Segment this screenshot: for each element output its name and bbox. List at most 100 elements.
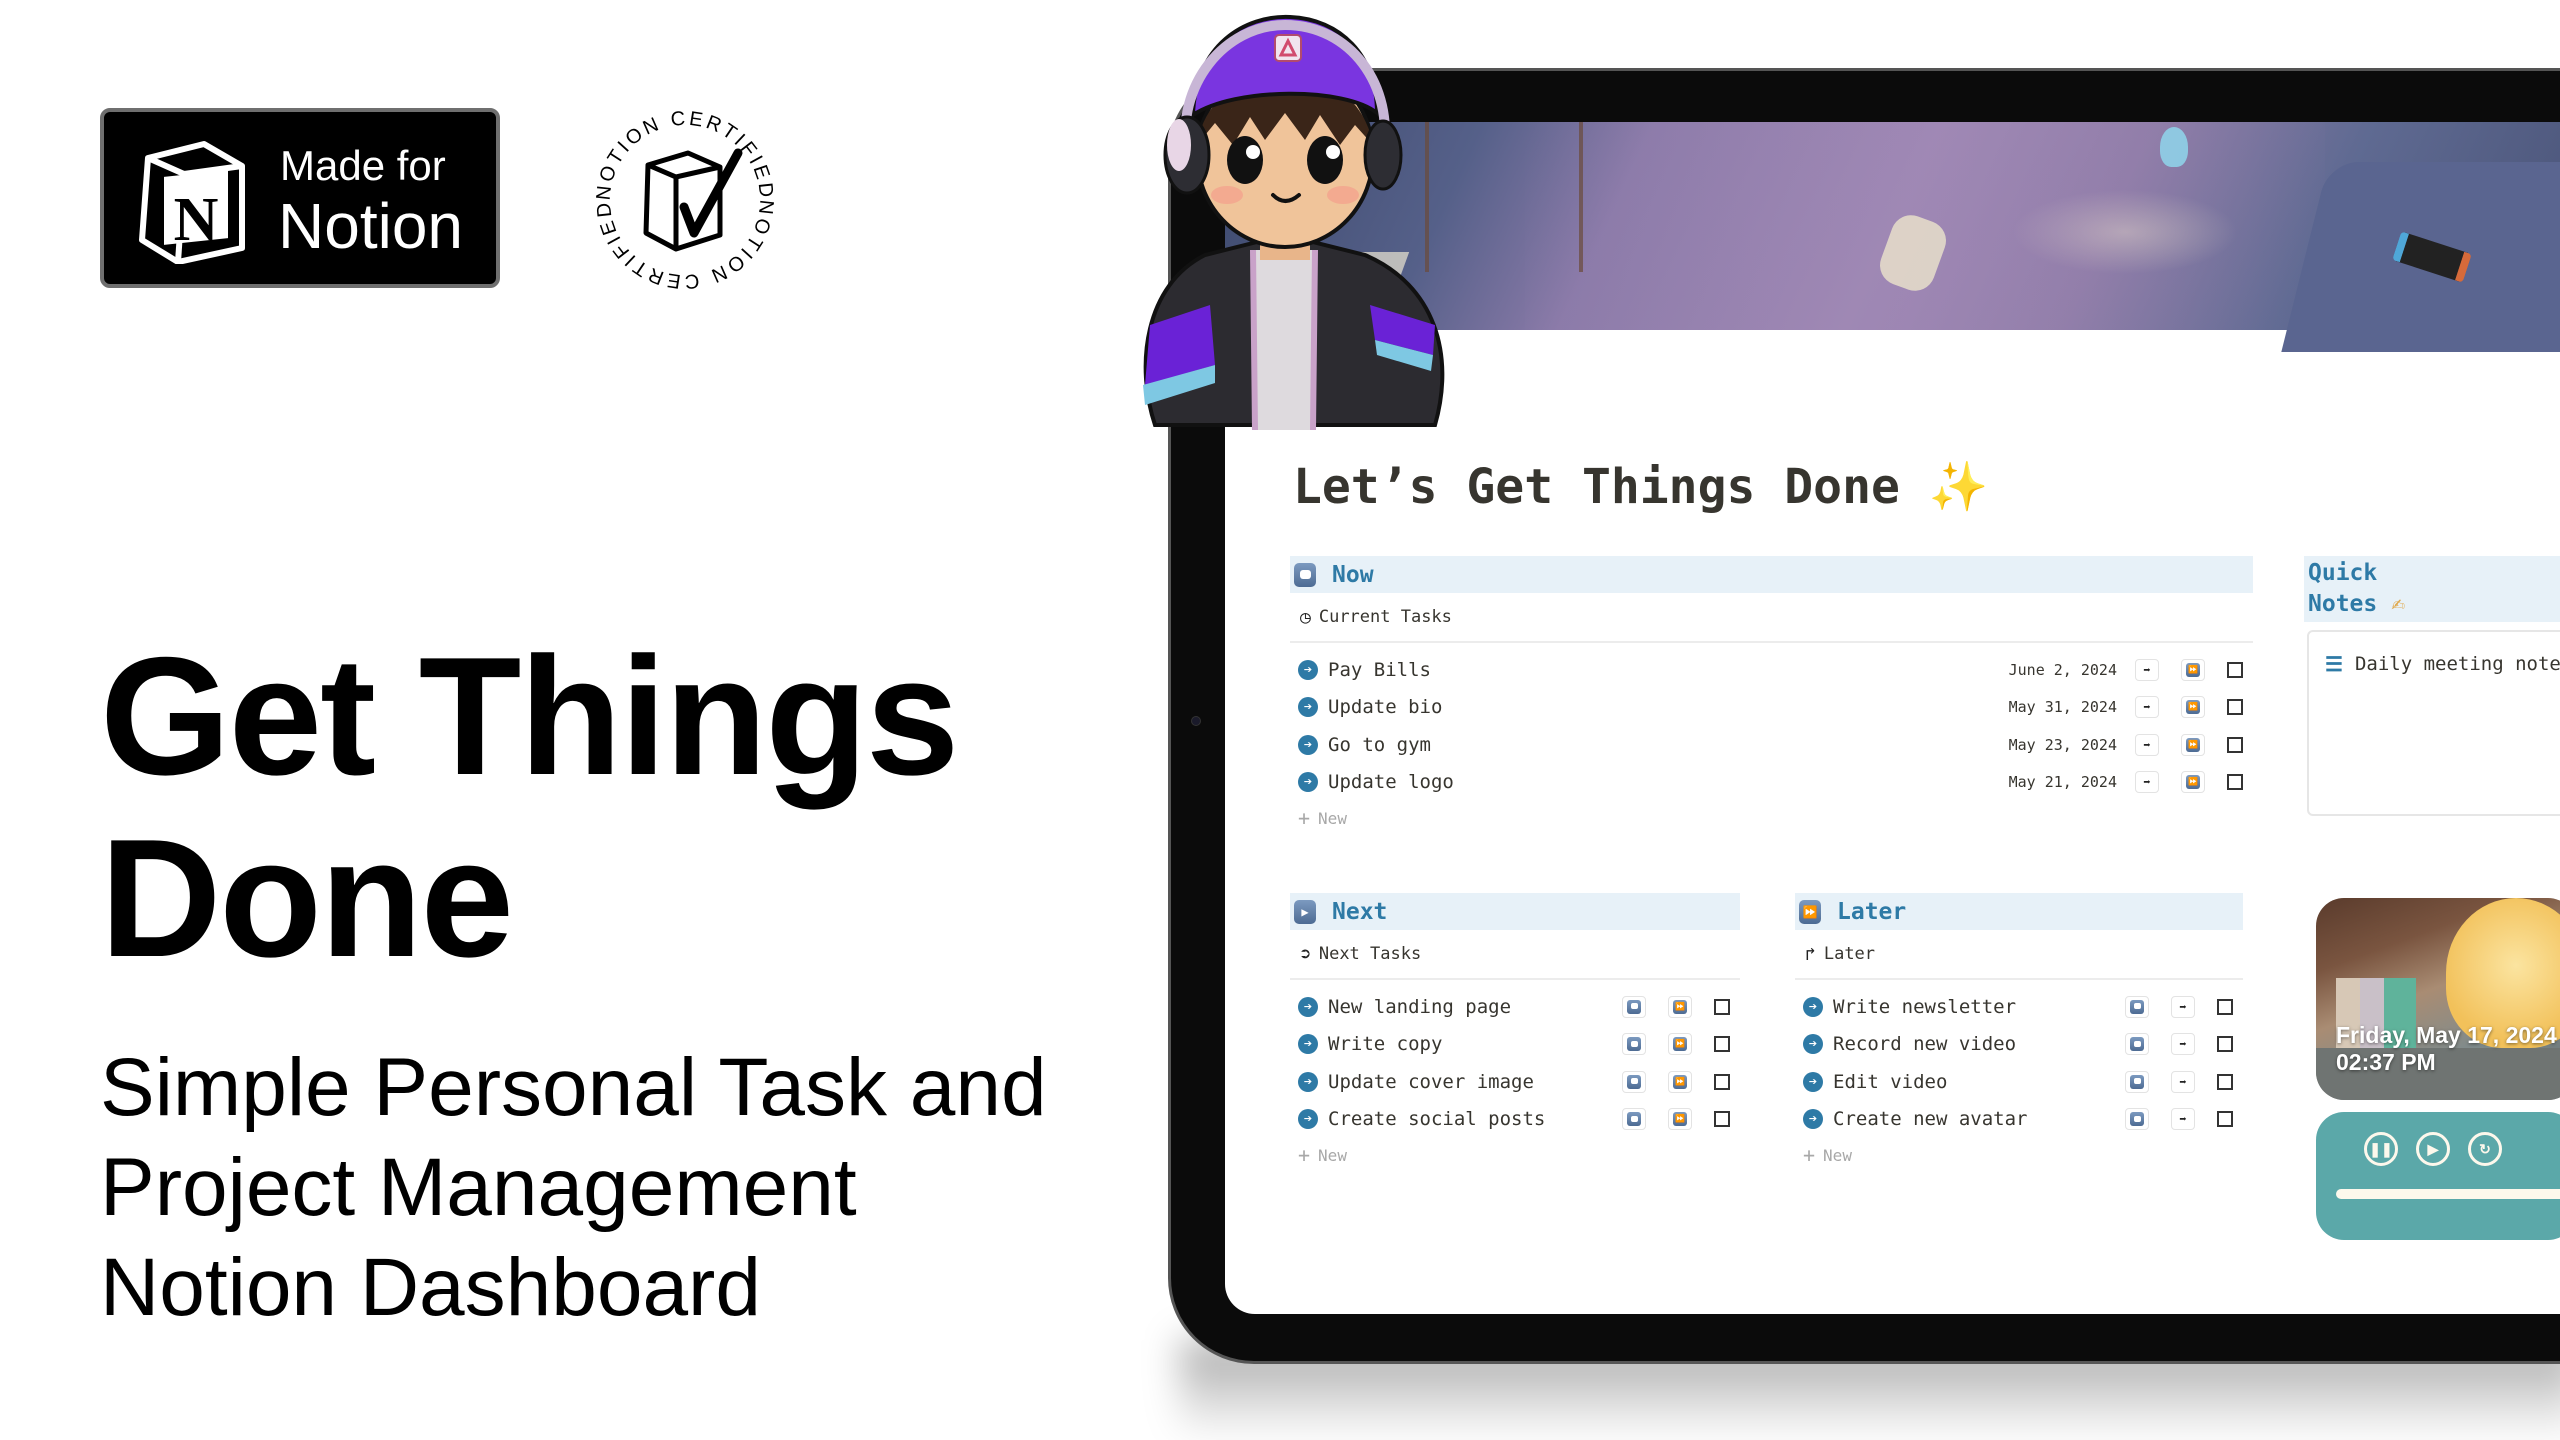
arrow-circle-icon: ➔: [1298, 1034, 1318, 1055]
done-checkbox[interactable]: [1714, 1036, 1730, 1053]
move-to-later-button[interactable]: ⏩: [2181, 696, 2205, 719]
section-later-header[interactable]: ⏩ Later: [1795, 893, 2243, 930]
move-to-later-button[interactable]: ⏩: [1668, 1070, 1692, 1093]
move-to-now-button[interactable]: [1622, 1070, 1646, 1093]
badge-line-1: Made for: [280, 142, 446, 189]
task-name[interactable]: Update logo: [1328, 771, 2009, 793]
view-tab-current-tasks[interactable]: ◷ Current Tasks: [1290, 593, 2253, 643]
reset-button[interactable]: ↻: [2468, 1132, 2502, 1166]
task-row[interactable]: ➔ Pay Bills June 2, 2024 ➡ ⏩: [1290, 651, 2253, 689]
section-now-header[interactable]: Now: [1290, 556, 2253, 593]
done-checkbox[interactable]: [2227, 774, 2243, 791]
done-checkbox[interactable]: [2217, 998, 2233, 1015]
pause-button[interactable]: ❚❚: [2364, 1132, 2398, 1166]
reset-icon: ↻: [2479, 1140, 2491, 1157]
done-checkbox[interactable]: [2217, 1073, 2233, 1090]
clock-widget: Friday, May 17, 2024 02:37 PM: [2316, 898, 2560, 1100]
task-row[interactable]: ➔ Create social posts ⏩: [1290, 1101, 1740, 1139]
move-to-now-button[interactable]: [1622, 1033, 1646, 1056]
move-to-now-button[interactable]: [2125, 1033, 2149, 1056]
view-tab-label: Later: [1823, 944, 1876, 964]
task-name[interactable]: Edit video: [1833, 1071, 2125, 1093]
task-row[interactable]: ➔ Go to gym May 23, 2024 ➡ ⏩: [1290, 726, 2253, 764]
done-checkbox[interactable]: [2217, 1111, 2233, 1128]
done-checkbox[interactable]: [2227, 736, 2243, 753]
move-to-now-button[interactable]: [2125, 995, 2149, 1018]
move-to-now-button[interactable]: [1622, 995, 1646, 1018]
task-name[interactable]: Pay Bills: [1328, 659, 2009, 681]
view-tab-next-tasks[interactable]: ➲ Next Tasks: [1290, 930, 1740, 980]
note-title: Daily meeting notes: [2354, 653, 2560, 675]
hero-title-line-1: Get Things: [100, 622, 959, 810]
move-to-now-button[interactable]: [2125, 1108, 2149, 1131]
task-row[interactable]: ➔ Edit video ➡: [1795, 1063, 2243, 1101]
move-to-next-button[interactable]: ➡: [2135, 733, 2159, 756]
new-task-button[interactable]: + New: [1290, 1138, 1740, 1172]
task-date: June 2, 2024: [2008, 660, 2117, 679]
move-to-next-button[interactable]: ➡: [2135, 658, 2159, 681]
new-task-button[interactable]: + New: [1290, 801, 2253, 835]
done-checkbox[interactable]: [1714, 998, 1730, 1015]
task-row[interactable]: ➔ Update bio May 31, 2024 ➡ ⏩: [1290, 689, 2253, 727]
task-name[interactable]: New landing page: [1328, 996, 1622, 1018]
note-item[interactable]: ☰ Daily meeting notes: [2325, 652, 2560, 676]
task-name[interactable]: Record new video: [1833, 1033, 2125, 1055]
page-title-text: Let’s Get Things Done: [1293, 459, 1900, 515]
task-list-later: ➔ Write newsletter ➡ ➔ Record new video …: [1795, 980, 2243, 1172]
page-title: Let’s Get Things Done ✨: [1293, 455, 1989, 519]
move-to-next-button[interactable]: ➡: [2135, 696, 2159, 719]
move-to-next-button[interactable]: ➡: [2171, 1108, 2195, 1131]
task-list-next: ➔ New landing page ⏩ ➔ Write copy ⏩ ➔ Up…: [1290, 980, 1740, 1172]
new-task-button[interactable]: + New: [1795, 1138, 2243, 1172]
quick-notes-title-line-2: Notes: [2308, 591, 2378, 617]
task-row[interactable]: ➔ New landing page ⏩: [1290, 988, 1740, 1026]
fast-forward-icon: ⏩: [2186, 737, 2200, 752]
task-name[interactable]: Write newsletter: [1833, 996, 2125, 1018]
task-row[interactable]: ➔ Update cover image ⏩: [1290, 1063, 1740, 1101]
view-tab-later[interactable]: ↱ Later: [1795, 930, 2243, 980]
task-row[interactable]: ➔ Write newsletter ➡: [1795, 988, 2243, 1026]
record-button-icon: [1627, 999, 1641, 1014]
task-row[interactable]: ➔ Write copy ⏩: [1290, 1026, 1740, 1064]
section-now-title: Now: [1332, 561, 1374, 588]
play-button[interactable]: ▶: [2416, 1132, 2450, 1166]
task-name[interactable]: Update cover image: [1328, 1071, 1622, 1093]
arrow-circle-icon: ➔: [1803, 1109, 1823, 1130]
section-next: ▶ Next ➲ Next Tasks ➔ New landing page ⏩…: [1290, 893, 1740, 1172]
move-to-next-button[interactable]: ➡: [2135, 771, 2159, 794]
move-to-later-button[interactable]: ⏩: [2181, 771, 2205, 794]
done-checkbox[interactable]: [2217, 1036, 2233, 1053]
move-to-next-button[interactable]: ➡: [2171, 1070, 2195, 1093]
move-to-later-button[interactable]: ⏩: [1668, 1033, 1692, 1056]
move-to-later-button[interactable]: ⏩: [2181, 658, 2205, 681]
move-to-later-button[interactable]: ⏩: [1668, 995, 1692, 1018]
task-name[interactable]: Create social posts: [1328, 1108, 1622, 1130]
made-for-notion-badge: N Made for Notion: [100, 108, 500, 288]
plus-icon: +: [1298, 806, 1311, 830]
done-checkbox[interactable]: [1714, 1073, 1730, 1090]
record-button-icon: [1294, 562, 1316, 587]
task-name[interactable]: Create new avatar: [1833, 1108, 2125, 1130]
arrow-circle-icon: ➔: [1298, 697, 1318, 718]
done-checkbox[interactable]: [2227, 699, 2243, 716]
move-to-next-button[interactable]: ➡: [2171, 1033, 2195, 1056]
task-name[interactable]: Update bio: [1328, 696, 2009, 718]
done-checkbox[interactable]: [2227, 661, 2243, 678]
task-row[interactable]: ➔ Record new video ➡: [1795, 1026, 2243, 1064]
section-next-header[interactable]: ▶ Next: [1290, 893, 1740, 930]
record-button-icon: [2130, 999, 2144, 1014]
task-name[interactable]: Go to gym: [1328, 734, 2009, 756]
move-to-later-button[interactable]: ⏩: [1668, 1108, 1692, 1131]
task-row[interactable]: ➔ Update logo May 21, 2024 ➡ ⏩: [1290, 764, 2253, 802]
done-checkbox[interactable]: [1714, 1111, 1730, 1128]
move-to-next-button[interactable]: ➡: [2171, 995, 2195, 1018]
move-to-now-button[interactable]: [1622, 1108, 1646, 1131]
edit-note-icon: ☰: [2325, 652, 2343, 676]
move-to-now-button[interactable]: [2125, 1070, 2149, 1093]
task-name[interactable]: Write copy: [1328, 1033, 1622, 1055]
quick-notes-header[interactable]: Quick Notes ✍: [2304, 556, 2560, 622]
arrow-circle-icon: ➔: [1298, 659, 1318, 680]
notion-logo-icon: N: [139, 141, 245, 264]
task-row[interactable]: ➔ Create new avatar ➡: [1795, 1101, 2243, 1139]
move-to-later-button[interactable]: ⏩: [2181, 733, 2205, 756]
